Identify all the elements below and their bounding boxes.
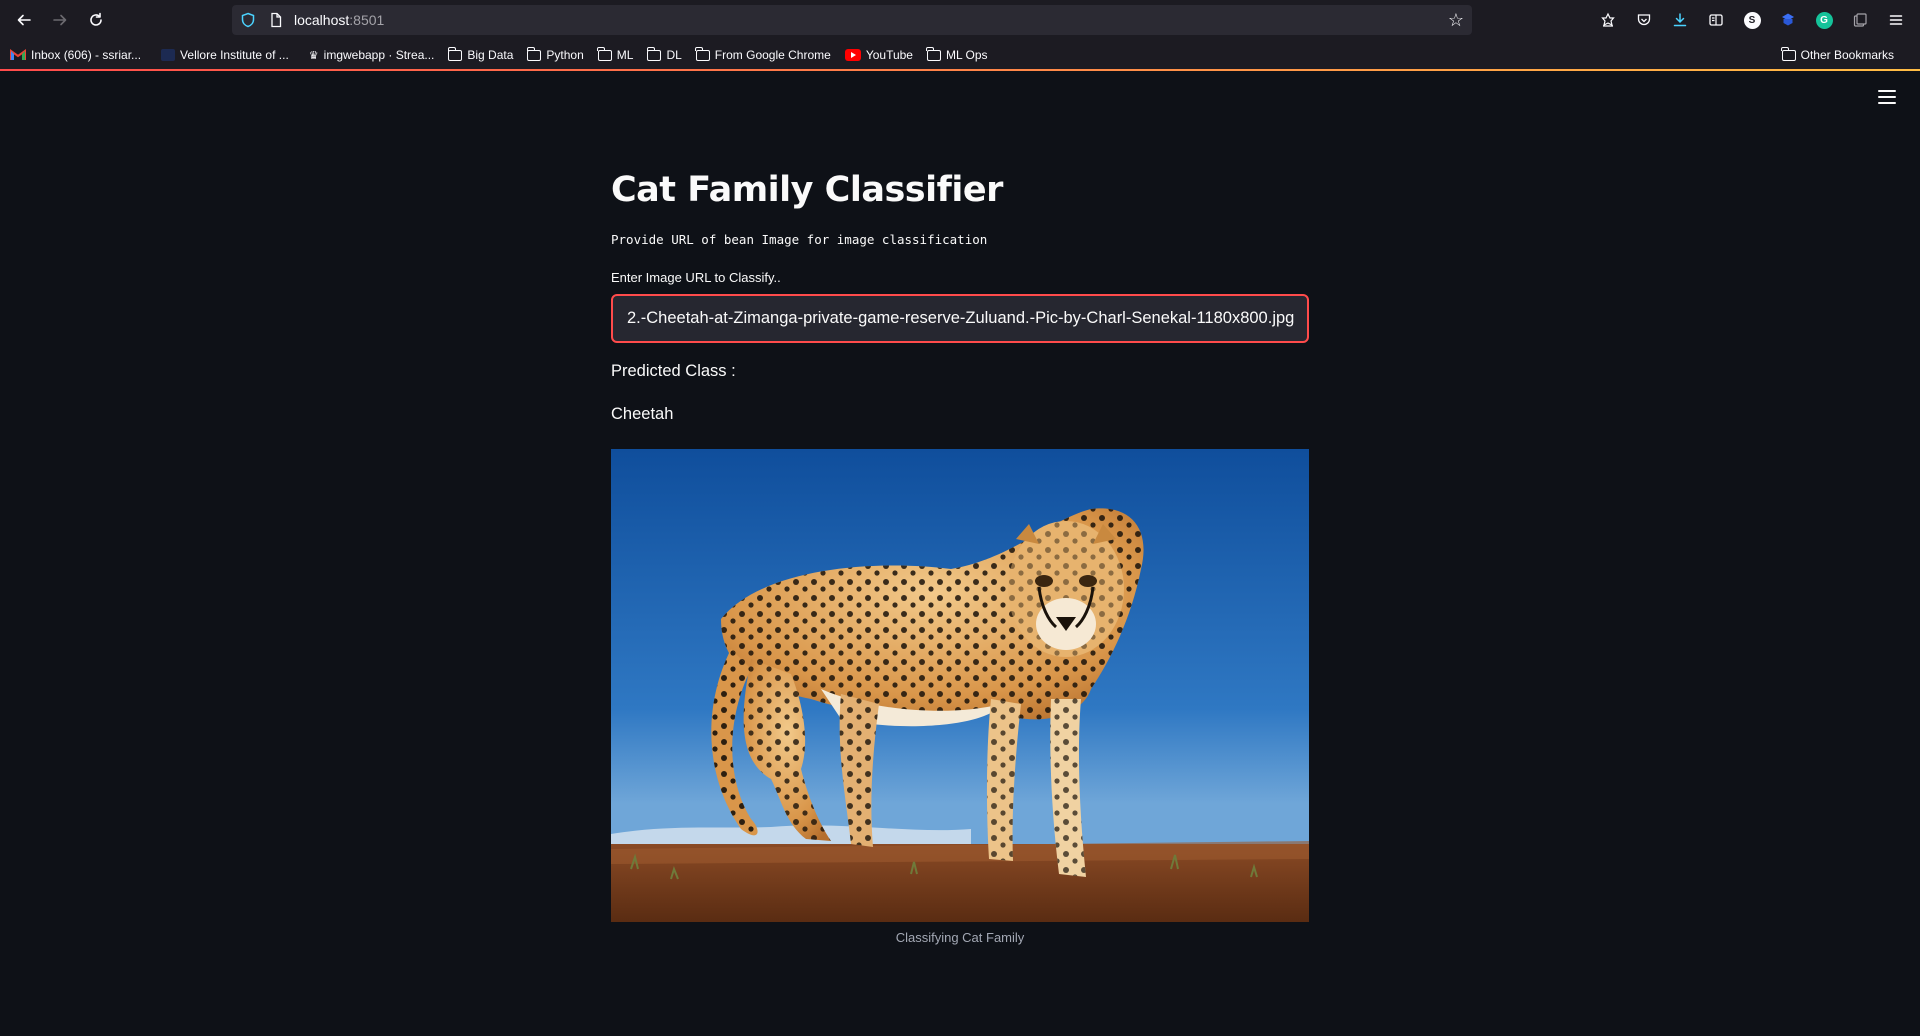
bookmark-label: From Google Chrome (714, 48, 831, 62)
browser-toolbar: localhost:8501 ☆ S G (0, 0, 1920, 40)
app-main: Cat Family Classifier Provide URL of bea… (611, 170, 1309, 945)
back-button[interactable] (12, 8, 36, 32)
cheetah-illustration (611, 449, 1309, 922)
browser-chrome: localhost:8501 ☆ S G Inbox (606) - ssria… (0, 0, 1920, 71)
url-input-container[interactable] (611, 294, 1309, 343)
grammarly-icon[interactable]: G (1812, 8, 1836, 32)
bookmark-folder-dl[interactable]: DL (646, 46, 682, 62)
sync-account-icon[interactable]: S (1740, 8, 1764, 32)
url-input-label: Enter Image URL to Classify.. (611, 270, 781, 285)
folder-icon (926, 46, 941, 61)
bookmark-vit[interactable]: Vellore Institute of ... (161, 48, 289, 62)
cheetah-image (611, 449, 1309, 922)
arrow-right-icon (53, 14, 67, 26)
address-bar[interactable]: localhost:8501 ☆ (232, 5, 1472, 35)
predicted-class-label: Predicted Class : (611, 362, 736, 380)
streamlit-status-line (0, 69, 1920, 71)
bookmark-label: Big Data (467, 48, 514, 62)
downloads-icon[interactable] (1668, 8, 1692, 32)
url-port: :8501 (349, 12, 385, 28)
url-text[interactable]: localhost:8501 (294, 12, 384, 28)
folder-icon (1781, 46, 1796, 61)
page-icon[interactable] (268, 12, 284, 28)
bookmark-label: ML Ops (945, 48, 988, 62)
shield-icon[interactable] (240, 12, 256, 28)
bookmark-imgwebapp[interactable]: ♛ imgwebapp · Strea... (309, 48, 435, 62)
page-title: Cat Family Classifier (611, 170, 1003, 210)
app-menu-icon[interactable] (1884, 8, 1908, 32)
reader-view-icon[interactable] (1704, 8, 1728, 32)
page-subtitle: Provide URL of bean Image for image clas… (611, 232, 988, 247)
bookmark-label: Vellore Institute of ... (180, 48, 289, 62)
url-host: localhost (294, 12, 350, 28)
forward-button[interactable] (48, 8, 72, 32)
bookmark-label: imgwebapp · Strea... (323, 48, 435, 62)
image-url-input[interactable] (627, 309, 1297, 328)
hamburger-bar (1878, 96, 1896, 98)
youtube-icon (844, 49, 861, 61)
other-bookmarks[interactable]: Other Bookmarks (1781, 44, 1894, 66)
bookmark-label: YouTube (865, 48, 913, 62)
bookmark-folder-ml-ops[interactable]: ML Ops (926, 46, 988, 62)
bookmark-label: DL (666, 48, 682, 62)
bookmark-folder-from-google-chrome[interactable]: From Google Chrome (695, 46, 831, 62)
hamburger-bar (1878, 102, 1896, 104)
predicted-class-value: Cheetah (611, 405, 674, 423)
bookmark-label: Inbox (606) - ssriar... (31, 48, 142, 62)
folder-icon (597, 46, 612, 61)
streamlit-icon: ♛ (308, 49, 319, 62)
bookmarks-bar: Inbox (606) - ssriar... Vellore Institut… (0, 44, 1920, 66)
vpn-extension-icon[interactable] (1776, 8, 1800, 32)
bookmark-folder-big-data[interactable]: Big Data (447, 46, 514, 62)
bookmark-label: Python (546, 48, 584, 62)
vit-icon (161, 49, 176, 61)
hamburger-bar (1878, 90, 1896, 92)
browser-right-tools: S G (1596, 8, 1908, 32)
bookmark-folder-ml[interactable]: ML (597, 46, 634, 62)
tabs-extension-icon[interactable] (1848, 8, 1872, 32)
reload-button[interactable] (84, 8, 108, 32)
folder-icon (526, 46, 542, 61)
folder-icon (447, 46, 463, 61)
bookmark-youtube[interactable]: YouTube (844, 48, 913, 62)
pocket-icon[interactable] (1632, 8, 1656, 32)
arrow-left-icon (17, 14, 31, 26)
other-bookmarks-label: Other Bookmarks (1800, 48, 1894, 62)
gmail-icon (10, 49, 26, 60)
bookmark-gmail[interactable]: Inbox (606) - ssriar... (10, 48, 141, 62)
reload-icon (90, 12, 102, 26)
extensions-icon[interactable] (1596, 8, 1620, 32)
folder-icon (646, 46, 662, 61)
main-menu-button[interactable] (1878, 90, 1896, 104)
bookmark-folder-python[interactable]: Python (526, 46, 584, 62)
bookmark-star-icon[interactable]: ☆ (1448, 10, 1464, 31)
image-caption: Classifying Cat Family (895, 930, 1025, 945)
bookmark-label: ML (616, 48, 634, 62)
folder-icon (695, 46, 710, 61)
